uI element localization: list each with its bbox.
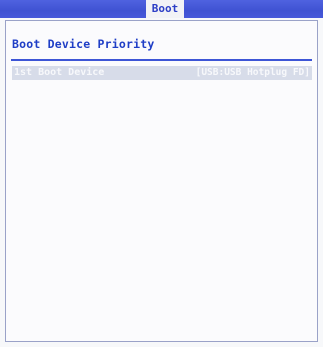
bios-screen: Boot Boot Device Priority 1st Boot Devic… — [0, 0, 323, 347]
page-title: Boot Device Priority — [12, 37, 155, 51]
bios-menu-bar: Boot — [0, 0, 323, 18]
boot-device-row-1[interactable]: 1st Boot Device [USB:USB Hotplug FD] — [12, 66, 312, 80]
boot-device-priority-panel: Boot Device Priority 1st Boot Device [US… — [5, 20, 318, 342]
tab-boot[interactable]: Boot — [146, 0, 184, 18]
boot-device-value[interactable]: [USB:USB Hotplug FD] — [196, 66, 310, 80]
boot-device-label: 1st Boot Device — [14, 67, 105, 78]
title-divider — [11, 59, 312, 61]
